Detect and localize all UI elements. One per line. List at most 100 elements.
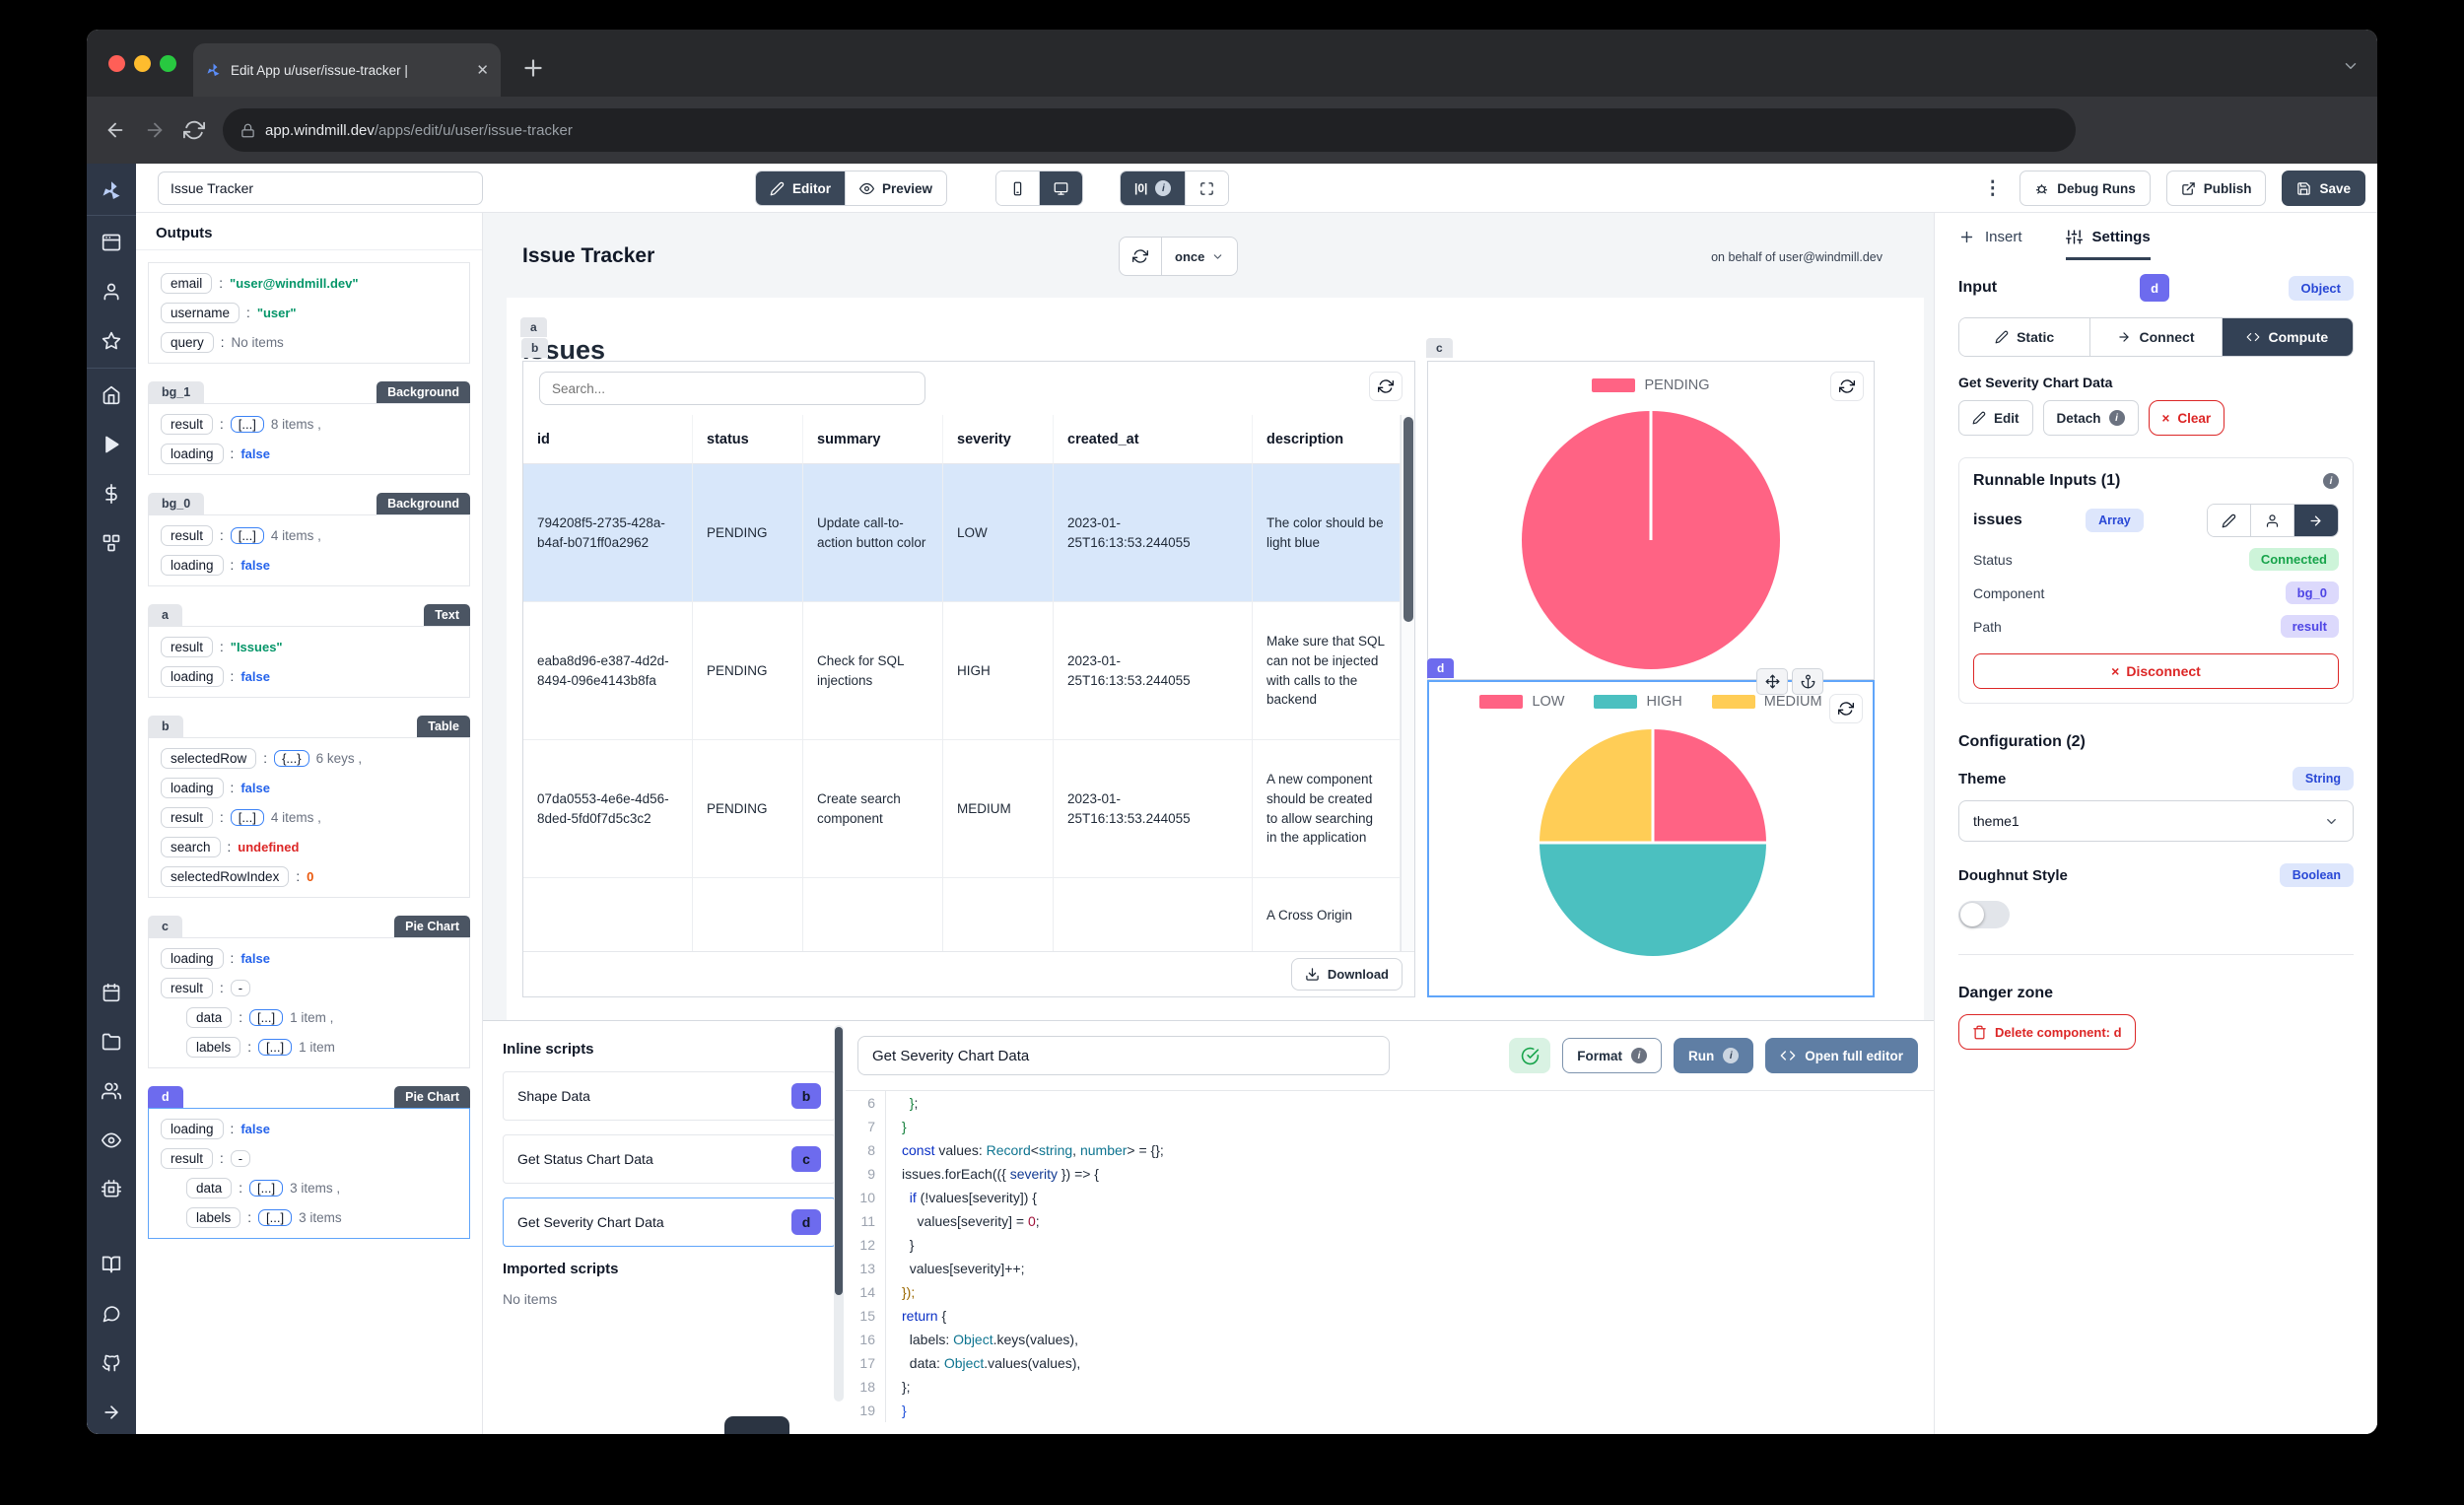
address-bar[interactable]: app.windmill.dev/apps/edit/u/user/issue-… (223, 108, 2076, 152)
column-header[interactable]: id (523, 415, 693, 464)
canvas-refresh-button[interactable] (1120, 238, 1162, 275)
schedule-dropdown[interactable]: once (1162, 238, 1237, 275)
compute-tab[interactable]: Compute (2222, 318, 2353, 356)
column-header[interactable]: description (1253, 415, 1401, 464)
preview-tab[interactable]: Preview (846, 171, 947, 205)
table-search-input[interactable] (539, 372, 925, 405)
output-entry[interactable]: loading: false (161, 555, 457, 576)
editor-tab[interactable]: Editor (756, 171, 846, 205)
code-editor[interactable]: 6 }; 7} 8 const values: Record<string, numb… (846, 1091, 1928, 1430)
open-full-editor-button[interactable]: Open full editor (1765, 1038, 1918, 1073)
sidebar-item-workers[interactable] (102, 1180, 121, 1199)
publish-button[interactable]: Publish (2165, 171, 2267, 206)
back-button[interactable] (104, 119, 126, 141)
table-scrollbar[interactable] (1401, 415, 1414, 951)
output-entry[interactable]: loading: false (161, 666, 457, 687)
component-outline-button[interactable]: |0| i (1121, 171, 1187, 205)
output-entry[interactable]: result: - (161, 1148, 457, 1169)
pie-d-refresh-button[interactable] (1829, 694, 1863, 723)
doughnut-toggle[interactable] (1958, 901, 2010, 928)
output-entry[interactable]: username: "user" (161, 303, 457, 323)
download-button[interactable]: Download (1290, 958, 1403, 991)
output-entry[interactable]: result: [...] 8 items , (161, 414, 457, 435)
output-component-id[interactable]: a (148, 604, 182, 626)
sidebar-item-runs[interactable] (102, 435, 121, 454)
output-entry[interactable]: loading: false (161, 948, 457, 969)
column-header[interactable]: severity (943, 415, 1054, 464)
output-component-id[interactable]: c (148, 916, 182, 937)
table-refresh-button[interactable] (1369, 372, 1403, 401)
output-entry[interactable]: result: [...] 4 items , (161, 807, 457, 828)
output-entry[interactable]: loading: false (161, 444, 457, 464)
output-component-id[interactable]: d (148, 1086, 183, 1108)
more-menu-icon[interactable]: ⋮ (1983, 177, 2002, 200)
move-component-button[interactable] (1756, 668, 1788, 695)
collapse-rail-icon[interactable] (102, 1402, 121, 1422)
static-tab[interactable]: Static (1959, 318, 2091, 356)
output-entry[interactable]: selectedRowIndex:0 (161, 866, 457, 887)
delete-component-button[interactable]: Delete component: d (1958, 1014, 2136, 1050)
disconnect-button[interactable]: × Disconnect (1973, 653, 2339, 689)
output-entry[interactable]: loading: false (161, 778, 457, 798)
save-button[interactable]: Save (2282, 171, 2365, 206)
sidebar-item-schedules[interactable] (102, 983, 121, 1002)
component-c-pie[interactable]: c PENDING (1426, 338, 1875, 680)
forward-button[interactable] (144, 119, 166, 141)
output-entry[interactable]: labels: [...] 3 items (186, 1207, 457, 1228)
anchor-component-button[interactable] (1792, 668, 1823, 695)
tab-close-icon[interactable]: ✕ (476, 61, 489, 79)
detach-button[interactable]: Detach i (2042, 400, 2139, 436)
connect-tab[interactable]: Connect (2090, 318, 2223, 356)
sidebar-item-apps[interactable] (102, 233, 121, 252)
output-entry[interactable]: result: [...] 4 items , (161, 525, 457, 546)
output-entry[interactable]: selectedRow: {...} 6 keys , (161, 748, 457, 769)
static-source-button[interactable] (2207, 505, 2251, 536)
output-entry[interactable]: result: "Issues" (161, 637, 457, 657)
component-b-table[interactable]: b idstatussummaryseveritycreated_atdescr… (521, 338, 1415, 997)
output-entry[interactable]: data: [...] 3 items , (186, 1178, 457, 1198)
mobile-view-button[interactable] (996, 171, 1040, 205)
sidebar-item-user[interactable] (102, 282, 121, 302)
column-header[interactable]: status (693, 415, 803, 464)
drawer-handle[interactable] (724, 1416, 789, 1434)
format-button[interactable]: Format i (1562, 1038, 1662, 1073)
script-title-input[interactable] (857, 1036, 1390, 1075)
sidebar-item-docs[interactable] (102, 1255, 121, 1274)
sidebar-item-home[interactable] (102, 385, 121, 405)
github-icon[interactable] (102, 1353, 121, 1373)
windmill-logo[interactable] (100, 179, 123, 203)
tab-insert[interactable]: Insert (1958, 213, 2022, 260)
window-close-button[interactable] (108, 55, 125, 72)
column-header[interactable]: created_at (1054, 415, 1253, 464)
window-zoom-button[interactable] (160, 55, 176, 72)
table-row[interactable]: 794208f5-2735-428a-b4af-b071ff0a2962 PEND… (523, 464, 1401, 602)
clear-button[interactable]: × Clear (2148, 400, 2225, 436)
output-entry[interactable]: data: [...] 1 item , (186, 1007, 457, 1028)
output-entry[interactable]: email: "user@windmill.dev" (161, 273, 457, 294)
desktop-view-button[interactable] (1040, 171, 1082, 205)
connect-source-button[interactable] (2293, 505, 2338, 536)
sidebar-item-audit-logs[interactable] (102, 1130, 121, 1150)
column-header[interactable]: summary (803, 415, 943, 464)
theme-select[interactable]: theme1 (1958, 800, 2354, 842)
new-tab-button[interactable] (520, 55, 546, 81)
output-entry[interactable]: labels: [...] 1 item (186, 1037, 457, 1058)
inline-script-item[interactable]: Get Status Chart Data c (503, 1134, 836, 1184)
table-row[interactable]: eaba8d96-e387-4d2d-8494-096e4143b8fa PEND… (523, 602, 1401, 740)
output-component-id[interactable]: bg_1 (148, 381, 205, 403)
fullscreen-button[interactable] (1186, 171, 1229, 205)
browser-tab[interactable]: Edit App u/user/issue-tracker | ✕ (193, 43, 501, 97)
output-entry[interactable]: loading: false (161, 1119, 457, 1139)
run-button[interactable]: Run i (1674, 1038, 1754, 1073)
output-component-id[interactable]: bg_0 (148, 493, 205, 514)
sidebar-item-folders[interactable] (102, 1032, 121, 1052)
inline-script-item[interactable]: Shape Data b (503, 1071, 836, 1121)
tab-settings[interactable]: Settings (2065, 213, 2151, 260)
output-entry[interactable]: result: - (161, 978, 457, 998)
table-row[interactable]: A Cross Origin (523, 878, 1401, 951)
inline-script-item[interactable]: Get Severity Chart Data d (503, 1197, 836, 1247)
sidebar-item-variables[interactable] (102, 484, 121, 504)
user-source-button[interactable] (2250, 505, 2294, 536)
scripts-scrollbar[interactable] (834, 1025, 844, 1402)
output-component-id[interactable]: b (148, 716, 183, 737)
